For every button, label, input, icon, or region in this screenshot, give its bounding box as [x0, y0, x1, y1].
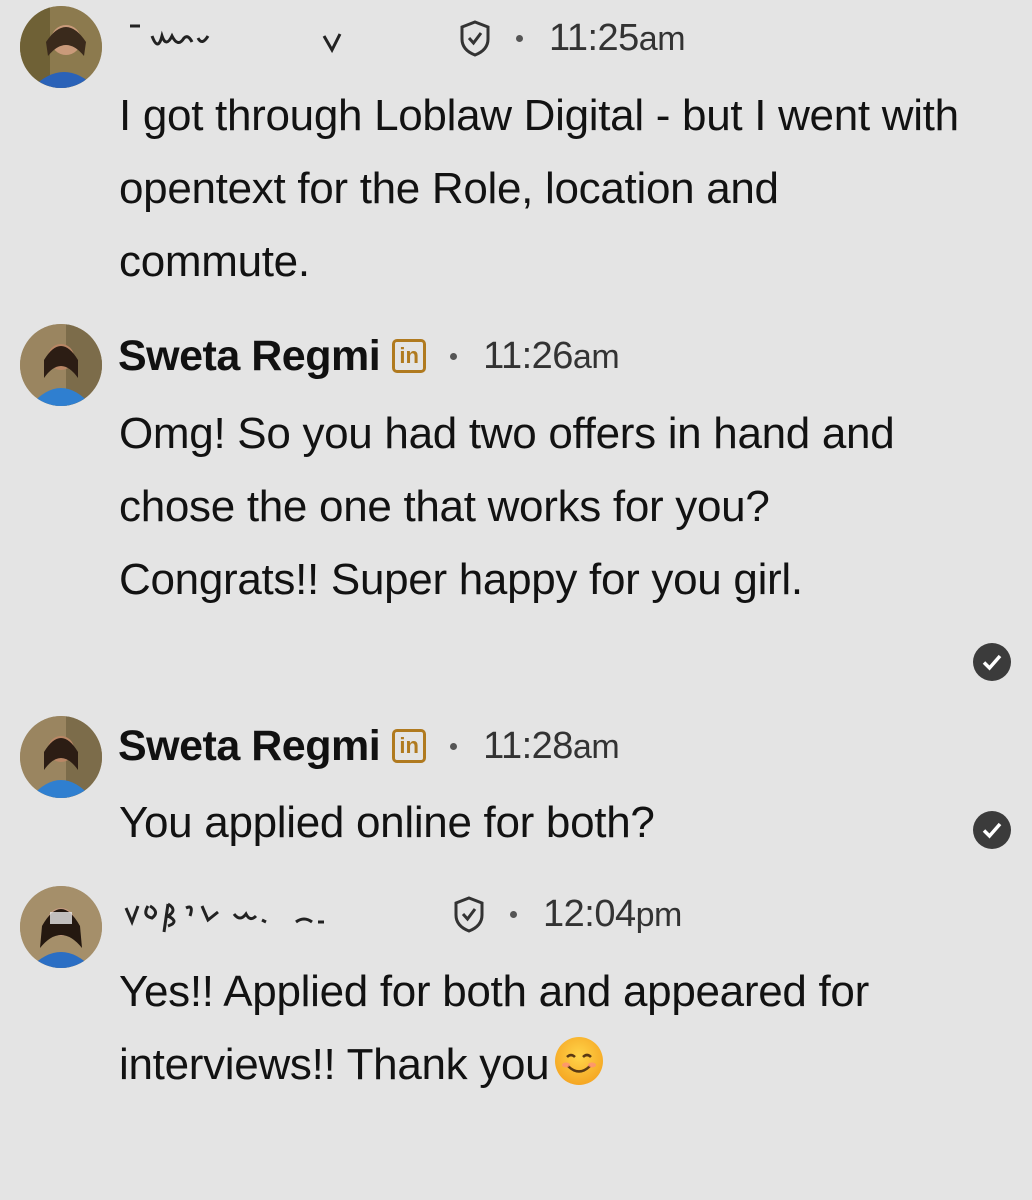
sender-avatar[interactable] [20, 324, 102, 406]
separator-dot [450, 352, 458, 360]
message-time: 11:28am [483, 724, 620, 767]
linkedin-icon: in [392, 729, 427, 763]
sender-avatar[interactable] [20, 716, 102, 798]
read-check-icon [973, 811, 1011, 849]
message-text: Omg! So you had two offers in hand and c… [119, 409, 895, 604]
read-check-icon [973, 643, 1011, 681]
shield-check-icon [454, 896, 484, 933]
message-time: 12:04pm [543, 892, 682, 935]
message-time: 11:25am [549, 16, 686, 59]
sender-name[interactable]: Sweta Regmi [118, 722, 381, 771]
sender-avatar[interactable] [20, 6, 102, 88]
separator-dot [510, 910, 517, 918]
message-header: 11:25am [118, 8, 686, 68]
message-text-content: Yes!! Applied for both and appeared for … [119, 967, 869, 1089]
shield-check-icon [460, 20, 490, 57]
sender-avatar[interactable] [20, 886, 102, 968]
message-header: 12:04pm [118, 884, 682, 944]
sender-name[interactable]: Sweta Regmi [118, 332, 381, 381]
separator-dot [516, 34, 523, 42]
message-header: Sweta Regmi in 11:28am [118, 716, 620, 776]
linkedin-icon: in [392, 339, 427, 373]
redacted-name-scribble [124, 902, 324, 933]
redacted-name-scribble [130, 24, 342, 54]
message-text: I got through Loblaw Digital - but I wen… [119, 91, 959, 286]
message-time: 11:26am [483, 334, 620, 377]
smiling-face-icon [555, 1037, 604, 1085]
message-text: Yes!! Applied for both and appeared for … [119, 955, 969, 1101]
message-header: Sweta Regmi in 11:26am [118, 326, 620, 386]
message-text: You applied online for both? [119, 798, 655, 847]
separator-dot [450, 742, 458, 750]
